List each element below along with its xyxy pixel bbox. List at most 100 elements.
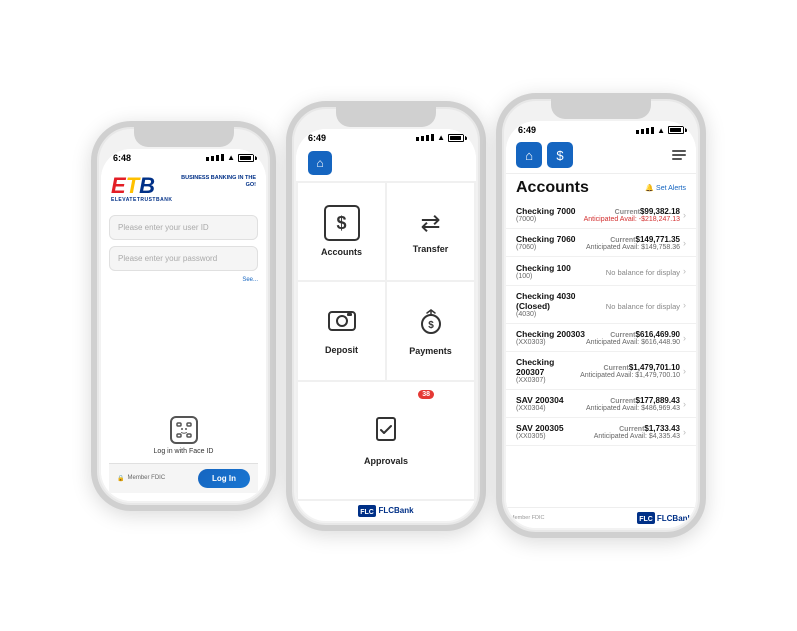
status-icons-2: ▲ [416,133,464,142]
fdic-badge: 🔒 Member FDIC [117,475,165,482]
account-num-200307: (XX0307) [516,377,580,384]
chevron-7000: › [683,210,686,220]
approvals-icon [371,415,401,450]
accounts-title: Accounts [516,179,589,197]
account-row-7000[interactable]: Checking 7000 (7000) Current$99,382.18 A… [506,201,696,229]
chevron-200303: › [683,333,686,343]
menu-item-payments[interactable]: $ Payments [387,282,474,380]
wifi-icon-3: ▲ [657,126,665,135]
forgot-link[interactable]: See... [109,277,258,283]
balance-avail-sav200305: Anticipated Avail: $4,335.43 [594,433,680,440]
account-row-7060[interactable]: Checking 7060 (7060) Current$149,771.35 … [506,229,696,257]
account-name-sav200305: SAV 200305 [516,423,594,433]
menu-item-transfer[interactable]: ⇄ Transfer [387,183,474,281]
login-screen: 6:48 ▲ [101,149,266,501]
account-balance-100: No balance for display [606,262,680,280]
balance-avail-7060: Anticipated Avail: $149,758.36 [586,244,680,251]
etb-logo: ETB ELEVATETRUSTBANK BUSINESS BANKING IN… [109,173,258,205]
login-button[interactable]: Log In [198,469,250,488]
status-bar-1: 6:48 ▲ [101,149,266,165]
user-id-input[interactable]: Please enter your user ID [109,215,258,240]
approvals-label: Approvals [364,456,408,466]
account-row-100[interactable]: Checking 100 (100) No balance for displa… [506,257,696,286]
status-icons-3: ▲ [636,126,684,135]
user-id-placeholder: Please enter your user ID [118,223,209,232]
scene: 6:48 ▲ [0,0,797,631]
accounts-list: Checking 7000 (7000) Current$99,382.18 A… [506,201,696,507]
menu-item-accounts[interactable]: $ Accounts [298,183,385,281]
phone-login: 6:48 ▲ [91,121,276,511]
face-id-icon[interactable] [170,416,198,444]
account-row-200303[interactable]: Checking 200303 (XX0303) Current$616,469… [506,324,696,352]
menu-item-deposit[interactable]: Deposit [298,282,385,380]
approvals-badge: 38 [418,390,434,399]
menu-grid: $ Accounts ⇄ Transfer [296,181,476,501]
balance-current-7000: Current$99,382.18 [584,207,680,216]
fdic-text-3: Member FDIC [510,515,545,521]
time-2: 6:49 [308,133,326,143]
home-nav-button[interactable]: ⌂ [308,151,332,175]
account-num-200303: (XX0303) [516,339,586,346]
account-name-4030: Checking 4030 (Closed) [516,291,606,311]
login-footer: 🔒 Member FDIC Log In [109,463,258,493]
flc-logo-3: FLC FLCBank [637,512,692,524]
account-balance-200303: Current$616,469.90 Anticipated Avail: $6… [586,330,680,346]
account-row-sav200304[interactable]: SAV 200304 (XX0304) Current$177,889.43 A… [506,390,696,418]
account-info-7000: Checking 7000 (7000) [516,206,584,223]
balance-current-200307: Current$1,479,701.10 [580,363,680,372]
deposit-label: Deposit [325,345,358,355]
home-button[interactable]: ⌂ [516,142,542,168]
transfer-label: Transfer [413,244,449,254]
password-input[interactable]: Please enter your password [109,246,258,271]
battery-icon-3 [668,126,684,134]
account-row-200307[interactable]: Checking 200307 (XX0307) Current$1,479,7… [506,352,696,390]
signal-icon [206,154,224,161]
battery-icon-2 [448,134,464,142]
menu-nav: ⌂ [296,145,476,181]
wifi-icon: ▲ [227,153,235,162]
accounts-label: Accounts [321,247,362,257]
account-info-sav200304: SAV 200304 (XX0304) [516,395,586,412]
account-row-sav200305[interactable]: SAV 200305 (XX0305) Current$1,733.43 Ant… [506,418,696,446]
accounts-icon: $ [324,205,360,241]
accounts-footer: Member FDIC FLC FLCBank [506,507,696,528]
accounts-nav: ⌂ $ [506,137,696,174]
transfer-icon: ⇄ [420,209,440,238]
signal-icon-2 [416,134,434,141]
account-row-4030[interactable]: Checking 4030 (Closed) (4030) No balance… [506,286,696,324]
flc-logo: FLC FLCBank [358,505,413,517]
account-balance-4030: No balance for display [606,296,680,314]
wifi-icon-2: ▲ [437,133,445,142]
account-num-7060: (7060) [516,244,586,251]
status-icons-1: ▲ [206,153,254,162]
time-1: 6:48 [113,153,131,163]
payments-icon: $ [417,306,445,340]
account-name-7060: Checking 7060 [516,234,586,244]
account-info-100: Checking 100 (100) [516,263,606,280]
deposit-icon [327,307,357,339]
accounts-nav-button[interactable]: $ [547,142,573,168]
status-bar-2: 6:49 ▲ [296,129,476,145]
menu-content: $ Accounts ⇄ Transfer [296,181,476,521]
account-info-7060: Checking 7060 (7060) [516,234,586,251]
svg-text:FLC: FLC [361,509,375,516]
chevron-7060: › [683,238,686,248]
balance-current-sav200304: Current$177,889.43 [586,396,680,405]
account-num-4030: (4030) [516,311,606,318]
menu-item-approvals[interactable]: 38 Approvals [298,382,474,499]
face-id-label: Log in with Face ID [154,448,214,455]
phone-menu: 6:49 ▲ ⌂ $ Accounts [286,101,486,531]
balance-avail-7000: Anticipated Avail: -$218,247.13 [584,216,680,223]
account-num-7000: (7000) [516,216,584,223]
chevron-sav200305: › [683,427,686,437]
menu-footer: FLC FLCBank [296,501,476,521]
set-alerts-button[interactable]: 🔔 Set Alerts [645,184,686,192]
account-name-7000: Checking 7000 [516,206,584,216]
balance-current-7060: Current$149,771.35 [586,235,680,244]
balance-current-sav200305: Current$1,733.43 [594,424,680,433]
chevron-4030: › [683,300,686,310]
face-id-section: Log in with Face ID [109,416,258,455]
balance-avail-200307: Anticipated Avail: $1,479,700.10 [580,372,680,379]
account-name-200303: Checking 200303 [516,329,586,339]
hamburger-menu[interactable] [672,150,686,160]
